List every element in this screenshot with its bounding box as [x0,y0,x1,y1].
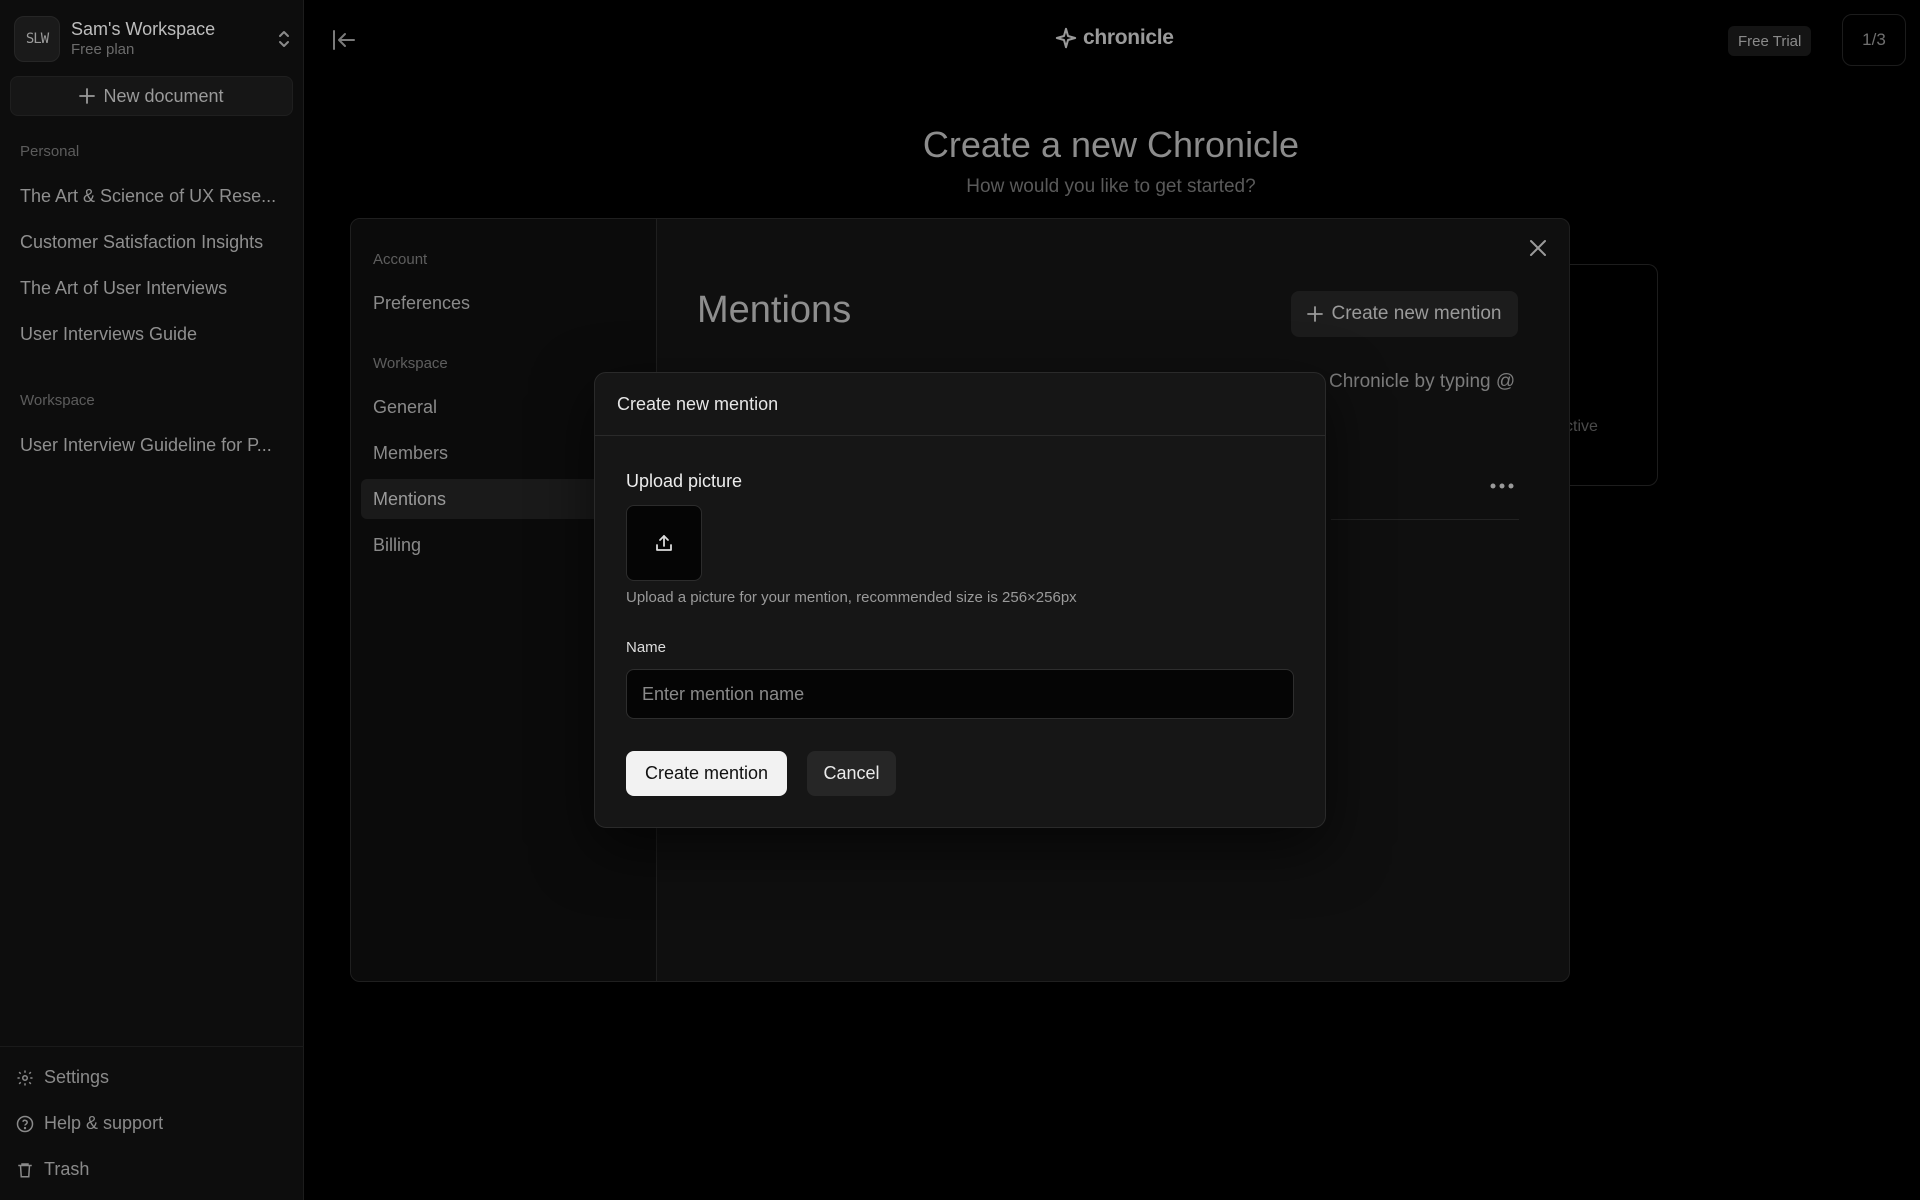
workspace-name: Sam's Workspace [71,19,216,39]
app-root: SLW Sam's Workspace Free plan New docume… [0,0,1920,1200]
new-document-label: New document [103,85,224,106]
workspace-plan: Free plan [71,41,135,58]
gear-icon [17,1070,33,1085]
sidebar-doc-item[interactable]: The Art of User Interviews [20,278,290,299]
new-document-button[interactable]: New document [10,76,293,116]
sidebar-doc-item[interactable]: Customer Satisfaction Insights [20,232,290,253]
free-trial-badge[interactable]: Free Trial [1728,26,1812,56]
brand-logo: chronicle [1055,26,1174,50]
help-support-label: Help & support [44,1113,164,1133]
plus-icon [1307,306,1324,322]
trash-link[interactable]: Trash [16,1159,89,1180]
mentions-title: Mentions [697,289,852,331]
sidebar-doc-item[interactable]: User Interviews Guide [20,324,290,345]
more-options-icon[interactable] [1489,481,1515,491]
modal-title: Create new mention [595,373,1325,436]
create-mention-button[interactable]: Create mention [626,751,787,796]
upload-icon [656,535,672,551]
page-title: Create a new Chronicle [922,124,1300,165]
trash-icon [18,1162,32,1177]
nav-item-preferences[interactable]: Preferences [361,283,657,323]
workspace-avatar: SLW [14,16,60,62]
upload-picture-button[interactable] [626,505,702,581]
nav-workspace-label: Workspace [373,355,448,372]
upload-help-text: Upload a picture for your mention, recom… [626,589,1077,606]
close-icon[interactable] [1527,237,1549,259]
workspace-info: Sam's Workspace Free plan [71,18,274,60]
workspace-switcher[interactable]: SLW Sam's Workspace Free plan [14,14,294,64]
sidebar-footer-divider [0,1046,304,1047]
help-support-link[interactable]: Help & support [16,1113,163,1134]
nav-account-label: Account [373,251,428,268]
cancel-button[interactable]: Cancel [807,751,896,796]
workspace-section-label: Workspace [20,392,95,409]
settings-link[interactable]: Settings [16,1067,109,1088]
create-new-mention-label: Create new mention [1331,303,1502,324]
page-counter[interactable]: 1/3 [1842,14,1906,66]
row-divider [1331,519,1519,520]
upload-picture-label: Upload picture [626,471,743,491]
sparkle-icon [1055,27,1077,49]
create-mention-modal: Create new mention Upload picture Upload… [594,372,1326,828]
plus-icon [79,88,96,104]
page-subtitle: How would you like to get started? [966,176,1256,197]
mention-name-input[interactable] [626,669,1294,719]
settings-label: Settings [44,1067,110,1087]
brand-name: chronicle [1083,26,1174,49]
trash-label: Trash [44,1159,90,1179]
chevron-up-down-icon [279,31,289,47]
collapse-sidebar-icon[interactable] [332,28,358,52]
sidebar-doc-item[interactable]: User Interview Guideline for P... [20,435,290,456]
name-label: Name [626,639,667,656]
create-new-mention-button[interactable]: Create new mention [1291,291,1518,337]
mentions-description: Chronicle by typing @ [1329,371,1516,392]
help-circle-icon [16,1115,34,1132]
